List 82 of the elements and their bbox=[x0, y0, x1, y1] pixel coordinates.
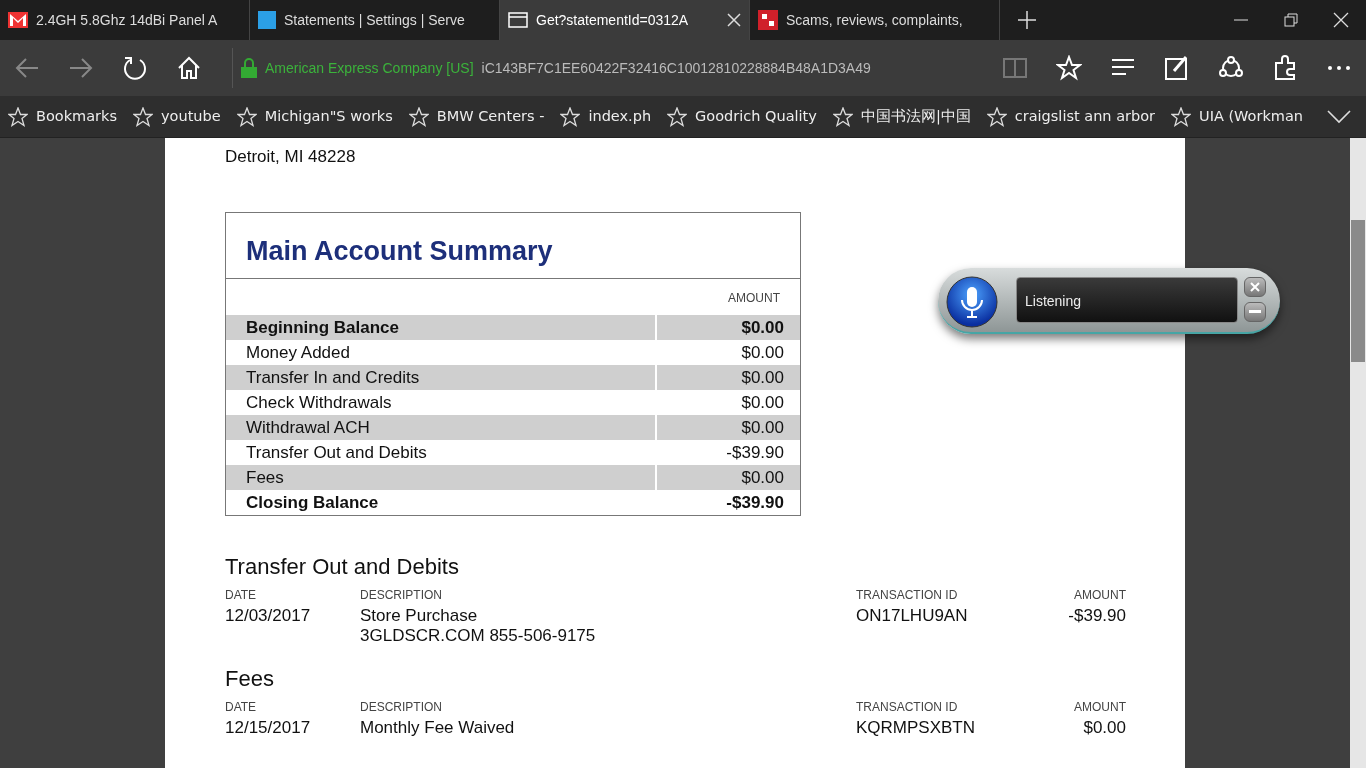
star-icon bbox=[1171, 106, 1192, 127]
column-header: TRANSACTION ID bbox=[856, 587, 959, 602]
column-header: DATE bbox=[225, 587, 258, 602]
star-icon bbox=[560, 106, 581, 127]
table-cell-text: -$39.90 bbox=[1067, 605, 1126, 627]
minimize-icon bbox=[1249, 310, 1261, 314]
close-icon[interactable] bbox=[727, 13, 741, 27]
summary-title: Main Account Summary bbox=[226, 212, 800, 279]
minimize-icon bbox=[1234, 19, 1248, 21]
table-cell-text: 12/15/2017 bbox=[225, 717, 312, 738]
close-icon bbox=[1250, 282, 1260, 292]
star-icon bbox=[1056, 55, 1082, 81]
star-icon bbox=[986, 106, 1007, 127]
lock-icon bbox=[241, 58, 257, 78]
table-cell: Closing Balance bbox=[226, 489, 657, 515]
tab[interactable]: Get?statementId=0312A bbox=[500, 0, 750, 40]
puzzle-icon bbox=[1272, 55, 1298, 81]
restore-icon bbox=[1282, 11, 1300, 29]
section-title: Fees bbox=[225, 665, 275, 692]
reading-view-icon bbox=[1002, 55, 1028, 81]
bookmark[interactable]: UIA (Workman bbox=[1171, 105, 1304, 128]
table-cell-text: Monthly Fee Waived bbox=[360, 717, 516, 738]
scrollbar-thumb[interactable] bbox=[1351, 220, 1365, 362]
section-title: Transfer Out and Debits bbox=[225, 553, 460, 580]
table-cell: Withdrawal ACH bbox=[226, 414, 657, 440]
close-icon bbox=[1332, 11, 1350, 29]
star-icon bbox=[667, 106, 688, 127]
table-cell: Fees bbox=[226, 464, 657, 490]
table-cell: Transfer In and Credits bbox=[226, 364, 657, 390]
star-icon bbox=[832, 106, 853, 127]
plus-icon bbox=[1018, 11, 1036, 29]
minimize-button[interactable] bbox=[1244, 302, 1266, 322]
table-cell-text: -$39.90 bbox=[725, 491, 785, 514]
star-icon bbox=[133, 106, 153, 127]
home-icon bbox=[176, 55, 202, 81]
close-button[interactable] bbox=[1244, 277, 1266, 297]
table-cell-text: ON17LHU9AN bbox=[856, 605, 969, 627]
column-header: DESCRIPTION bbox=[360, 587, 443, 602]
column-header: TRANSACTION ID bbox=[856, 699, 959, 714]
table-cell-text: Store Purchase bbox=[360, 605, 479, 626]
bookmark[interactable]: craigslist ann arbor bbox=[986, 105, 1156, 128]
table-cell-text: $0.00 bbox=[740, 391, 785, 414]
bookmark[interactable]: 中国书法网|中国 bbox=[832, 105, 971, 128]
status-text: Listening bbox=[1016, 277, 1238, 323]
microphone-icon[interactable] bbox=[946, 276, 998, 328]
column-header: DATE bbox=[225, 699, 258, 714]
bookmark[interactable]: Bookmarks bbox=[8, 105, 117, 128]
bookmark[interactable]: youtube bbox=[133, 105, 221, 128]
star-icon bbox=[236, 106, 257, 127]
square-icon bbox=[258, 11, 276, 29]
column-header: DESCRIPTION bbox=[360, 699, 443, 714]
table-cell: $0.00 bbox=[657, 464, 800, 490]
column-header: AMOUNT bbox=[727, 289, 781, 307]
chevron-icon bbox=[1326, 109, 1351, 124]
bookmark[interactable]: Goodrich Quality bbox=[667, 105, 817, 128]
table-cell-text: KQRMPSXBTN bbox=[856, 717, 977, 738]
table-cell: $0.00 bbox=[657, 414, 800, 440]
url-text: iC143BF7C1EE60422F32416C10012810228884B48A1D3A49 bbox=[481, 58, 871, 78]
column-header: AMOUNT bbox=[1073, 587, 1126, 602]
table-cell-text: 12/03/2017 bbox=[225, 605, 312, 627]
refresh-icon bbox=[122, 55, 148, 81]
scrollbar[interactable] bbox=[1350, 138, 1366, 768]
table-cell: $0.00 bbox=[657, 314, 800, 340]
star-icon bbox=[408, 106, 429, 127]
table-cell-text: 3GLDSCR.COM 855-506-9175 bbox=[360, 625, 597, 646]
mail-icon bbox=[8, 12, 28, 28]
table-cell: Beginning Balance bbox=[226, 314, 657, 340]
bookmark[interactable]: Michigan"S works bbox=[236, 105, 393, 128]
note-icon bbox=[1164, 55, 1190, 81]
table-cell-text: $0.00 bbox=[1082, 717, 1126, 738]
flag-icon bbox=[758, 10, 778, 30]
bookmark[interactable]: BMW Centers - bbox=[408, 105, 545, 128]
bookmark[interactable]: index.ph bbox=[560, 105, 652, 128]
star-icon bbox=[8, 106, 28, 127]
more-icon bbox=[1328, 66, 1350, 70]
page-icon bbox=[508, 12, 528, 28]
site-name: American Express Company [US] bbox=[265, 58, 474, 78]
table-cell: $0.00 bbox=[657, 364, 800, 390]
column-header: AMOUNT bbox=[1073, 699, 1126, 714]
table-cell-text: -$39.90 bbox=[725, 441, 785, 464]
address-line: Detroit, MI 48228 bbox=[225, 146, 357, 168]
table-cell-text: $0.00 bbox=[740, 341, 785, 364]
